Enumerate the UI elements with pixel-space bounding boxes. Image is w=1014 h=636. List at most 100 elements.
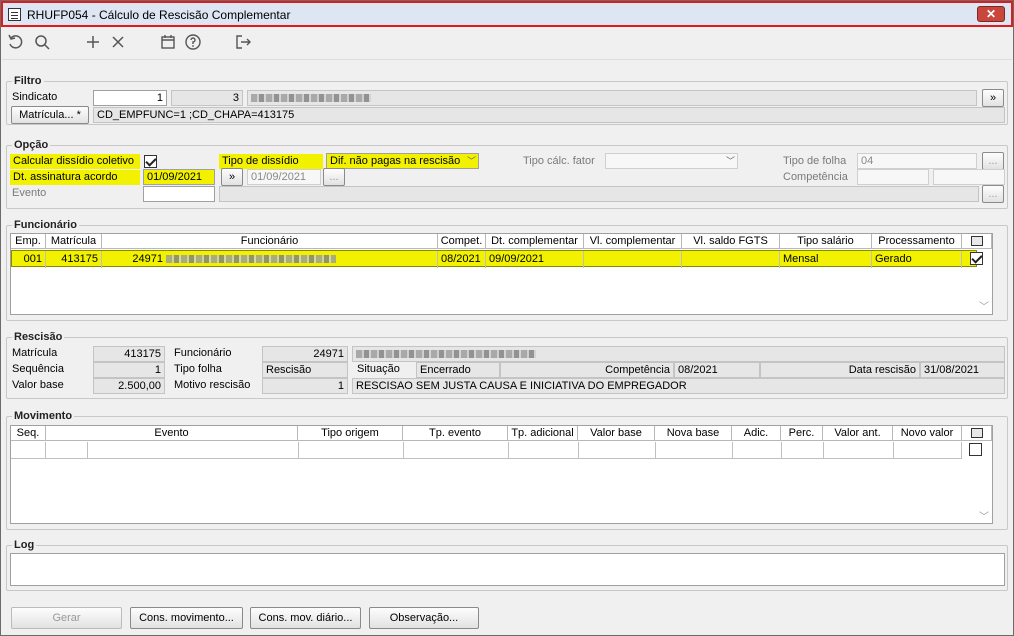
cell-nova-base[interactable] — [656, 442, 733, 459]
cell-tp-evento[interactable] — [404, 442, 509, 459]
matricula-button[interactable]: Matrícula... * — [11, 106, 89, 124]
exit-icon[interactable] — [233, 33, 253, 53]
cell-perc[interactable] — [782, 442, 824, 459]
col-nova-base[interactable]: Nova base — [655, 426, 732, 441]
calcular-dissidio-label: Calcular dissídio coletivo — [10, 154, 140, 169]
cell-adic[interactable] — [733, 442, 782, 459]
table-row[interactable]: 001 413175 24971 08/2021 09/09/2021 Mens… — [11, 250, 983, 268]
chevron-down-icon: ﹀ — [725, 156, 735, 166]
opcao-title: Opção — [12, 139, 51, 151]
dt-assinatura-input[interactable]: 01/09/2021 — [143, 169, 215, 185]
matricula-filter-input[interactable]: CD_EMPFUNC=1 ;CD_CHAPA=413175 — [93, 107, 1005, 123]
tipo-dissidio-value: Dif. não pagas na rescisão — [330, 155, 461, 167]
competencia-input-year[interactable] — [933, 169, 1005, 185]
col-vl-complementar[interactable]: Vl. complementar — [584, 234, 682, 249]
gerar-button[interactable]: Gerar — [11, 607, 122, 629]
rescisao-matricula-label: Matrícula — [12, 347, 58, 359]
dt-secondary-input[interactable]: 01/09/2021 — [247, 169, 321, 185]
evento-lookup-button[interactable]: ... — [982, 185, 1004, 203]
scroll-down-icon[interactable]: ﹀ — [977, 298, 991, 313]
tipo-calc-select[interactable]: ﹀ — [605, 153, 738, 169]
rescisao-valor-base-value: 2.500,00 — [93, 378, 165, 394]
col-adic[interactable]: Adic. — [732, 426, 781, 441]
log-textarea[interactable] — [10, 553, 1005, 586]
col-select-all[interactable] — [962, 426, 992, 441]
table-row[interactable] — [11, 442, 962, 459]
cell-evento-code[interactable] — [46, 442, 88, 459]
sindicato-name — [247, 90, 977, 106]
tipo-dissidio-label: Tipo de dissídio — [219, 154, 323, 169]
col-emp[interactable]: Emp. — [11, 234, 46, 249]
sindicato-input[interactable]: 1 — [93, 90, 167, 106]
row-checkbox[interactable] — [970, 252, 983, 265]
col-tp-adicional[interactable]: Tp. adicional — [508, 426, 578, 441]
help-icon[interactable] — [183, 33, 203, 53]
cell-tipo-origem[interactable] — [299, 442, 404, 459]
sindicato-more-button[interactable]: » — [982, 89, 1004, 107]
cell-novo-valor[interactable] — [894, 442, 962, 459]
close-button[interactable]: ✕ — [977, 6, 1005, 22]
row-checkbox[interactable] — [969, 443, 982, 456]
rescisao-situacao-value: Encerrado — [416, 362, 500, 378]
col-evento[interactable]: Evento — [46, 426, 298, 441]
delete-icon[interactable] — [108, 33, 128, 53]
dt-assinatura-label: Dt. assinatura acordo — [10, 170, 140, 185]
cons-movimento-button[interactable]: Cons. movimento... — [130, 607, 243, 629]
movimento-title: Movimento — [12, 410, 75, 422]
col-valor-ant[interactable]: Valor ant. — [823, 426, 893, 441]
observacao-button[interactable]: Observação... — [369, 607, 479, 629]
cell-seq[interactable] — [11, 442, 46, 459]
cell-evento[interactable] — [88, 442, 299, 459]
tipo-folha-label: Tipo de folha — [783, 155, 847, 167]
col-funcionario[interactable]: Funcionário — [102, 234, 438, 249]
rescisao-funcionario-name — [352, 346, 1005, 362]
calcular-dissidio-checkbox[interactable] — [144, 155, 157, 168]
rescisao-sequencia-label: Sequência — [12, 363, 64, 375]
col-perc[interactable]: Perc. — [781, 426, 823, 441]
title-bar: RHUFP054 - Cálculo de Rescisão Complemen… — [1, 1, 1013, 27]
tipo-folha-input[interactable]: 04 — [857, 153, 977, 169]
col-processamento[interactable]: Processamento — [872, 234, 962, 249]
cell-tp-adicional[interactable] — [509, 442, 579, 459]
chevron-down-icon: ﹀ — [466, 156, 476, 166]
add-icon[interactable] — [83, 33, 103, 53]
filtro-title: Filtro — [12, 75, 44, 87]
calendar-icon[interactable] — [158, 33, 178, 53]
cell-vl-saldo-fgts — [682, 251, 780, 268]
col-compet[interactable]: Compet. — [438, 234, 486, 249]
col-select-all[interactable] — [962, 234, 992, 249]
cell-valor-base[interactable] — [579, 442, 656, 459]
tipo-folha-lookup-button[interactable]: ... — [982, 152, 1004, 170]
tipo-dissidio-select[interactable]: Dif. não pagas na rescisão ﹀ — [326, 153, 479, 169]
rescisao-data-value: 31/08/2021 — [920, 362, 1005, 378]
dt-assinatura-arrow-button[interactable]: » — [221, 168, 243, 186]
rescisao-data-label: Data rescisão — [760, 362, 920, 378]
rescisao-tipo-folha-label: Tipo folha — [174, 363, 222, 375]
col-tp-evento[interactable]: Tp. evento — [403, 426, 508, 441]
cell-emp: 001 — [12, 251, 46, 268]
col-matricula[interactable]: Matrícula — [46, 234, 102, 249]
main-window: RHUFP054 - Cálculo de Rescisão Complemen… — [0, 0, 1014, 636]
cons-mov-diario-button[interactable]: Cons. mov. diário... — [250, 607, 361, 629]
undo-icon[interactable] — [6, 33, 26, 53]
movimento-grid: Seq. Evento Tipo origem Tp. evento Tp. a… — [10, 425, 993, 524]
cell-valor-ant[interactable] — [824, 442, 894, 459]
col-vl-saldo-fgts[interactable]: Vl. saldo FGTS — [682, 234, 780, 249]
evento-input[interactable] — [143, 186, 215, 202]
dt-secondary-lookup-button[interactable]: ... — [323, 168, 345, 186]
col-tipo-salario[interactable]: Tipo salário — [780, 234, 872, 249]
col-valor-base[interactable]: Valor base — [578, 426, 655, 441]
scroll-down-icon[interactable]: ﹀ — [977, 508, 991, 523]
rescisao-situacao-label: Situação — [357, 363, 400, 375]
col-novo-valor[interactable]: Novo valor — [893, 426, 962, 441]
rescisao-motivo-value: RESCISAO SEM JUSTA CAUSA E INICIATIVA DO… — [352, 378, 1005, 394]
tipo-calc-label: Tipo cálc. fator — [523, 155, 595, 167]
search-icon[interactable] — [32, 33, 52, 53]
toolbar — [2, 28, 1012, 60]
competencia-input-month[interactable] — [857, 169, 929, 185]
col-seq[interactable]: Seq. — [11, 426, 46, 441]
col-tipo-origem[interactable]: Tipo origem — [298, 426, 403, 441]
cell-funcionario: 24971 — [102, 251, 438, 268]
col-dt-complementar[interactable]: Dt. complementar — [486, 234, 584, 249]
cell-matricula: 413175 — [46, 251, 102, 268]
